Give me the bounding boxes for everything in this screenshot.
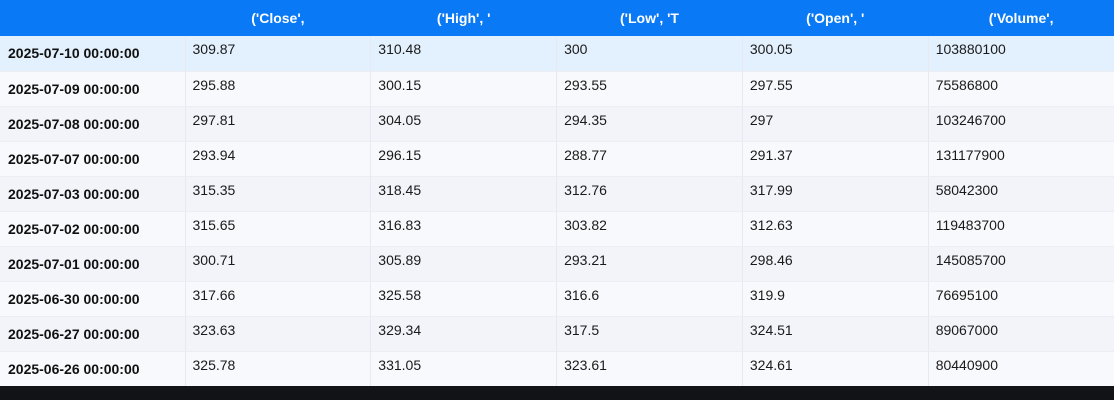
cell-volume: 119483700 [927,211,1114,247]
cell-low: 293.21 [556,246,743,282]
cell-close: 295.88 [184,71,371,107]
table-header: ('Close', ('High', ' ('Low', 'T ('Open',… [0,0,1114,36]
cell-open: 324.61 [741,351,929,386]
cell-high: 305.89 [370,246,557,282]
table-row[interactable]: 2025-07-03 00:00:00 315.35 318.45 312.76… [0,176,1114,212]
header-high[interactable]: ('High', ' [371,0,557,36]
cell-volume: 76695100 [927,281,1114,317]
header-close[interactable]: ('Close', [185,0,371,36]
cell-volume: 103246700 [927,106,1114,142]
cell-open: 291.37 [741,141,929,177]
cell-volume: 103880100 [927,36,1114,72]
cell-high: 329.34 [370,316,557,352]
cell-low: 293.55 [556,71,743,107]
cell-close: 297.81 [184,106,371,142]
row-index: 2025-07-01 00:00:00 [0,246,185,282]
cell-open: 297.55 [741,71,929,107]
cell-volume: 58042300 [927,176,1114,212]
header-row: ('Close', ('High', ' ('Low', 'T ('Open',… [0,0,1114,36]
table-row[interactable]: 2025-07-09 00:00:00 295.88 300.15 293.55… [0,71,1114,107]
cell-low: 316.6 [556,281,743,317]
cell-close: 317.66 [184,281,371,317]
cell-open: 324.51 [741,316,929,352]
cell-open: 298.46 [741,246,929,282]
row-index: 2025-07-02 00:00:00 [0,211,185,247]
cell-open: 312.63 [741,211,929,247]
cell-open: 317.99 [741,176,929,212]
row-index: 2025-07-10 00:00:00 [0,36,185,72]
cell-low: 323.61 [556,351,743,386]
cell-high: 316.83 [370,211,557,247]
bottom-bar [0,386,1114,400]
cell-close: 325.78 [184,351,371,386]
cell-close: 315.65 [184,211,371,247]
table-row[interactable]: 2025-07-01 00:00:00 300.71 305.89 293.21… [0,246,1114,282]
cell-high: 318.45 [370,176,557,212]
cell-high: 304.05 [370,106,557,142]
cell-close: 293.94 [184,141,371,177]
cell-low: 294.35 [556,106,743,142]
row-index: 2025-06-26 00:00:00 [0,351,185,386]
cell-close: 300.71 [184,246,371,282]
row-index: 2025-06-27 00:00:00 [0,316,185,352]
cell-low: 312.76 [556,176,743,212]
row-index: 2025-06-30 00:00:00 [0,281,185,317]
cell-volume: 80440900 [927,351,1114,386]
cell-close: 323.63 [184,316,371,352]
data-table-container: ('Close', ('High', ' ('Low', 'T ('Open',… [0,0,1114,386]
header-index [0,0,185,36]
table-row[interactable]: 2025-07-02 00:00:00 315.65 316.83 303.82… [0,211,1114,247]
table-body: 2025-07-10 00:00:00 309.87 310.48 300 30… [0,36,1114,386]
cell-low: 300 [556,36,743,72]
cell-high: 331.05 [370,351,557,386]
cell-low: 288.77 [556,141,743,177]
cell-open: 300.05 [741,36,929,72]
row-index: 2025-07-07 00:00:00 [0,141,185,177]
row-index: 2025-07-09 00:00:00 [0,71,185,107]
stock-data-table: ('Close', ('High', ' ('Low', 'T ('Open',… [0,0,1114,386]
cell-close: 309.87 [184,36,371,72]
header-open[interactable]: ('Open', ' [742,0,928,36]
cell-volume: 75586800 [927,71,1114,107]
cell-high: 296.15 [370,141,557,177]
cell-low: 303.82 [556,211,743,247]
cell-volume: 89067000 [927,316,1114,352]
cell-volume: 131177900 [927,141,1114,177]
cell-open: 297 [741,106,929,142]
table-row[interactable]: 2025-07-10 00:00:00 309.87 310.48 300 30… [0,36,1114,72]
cell-open: 319.9 [741,281,929,317]
table-row[interactable]: 2025-06-30 00:00:00 317.66 325.58 316.6 … [0,281,1114,317]
row-index: 2025-07-03 00:00:00 [0,176,185,212]
row-index: 2025-07-08 00:00:00 [0,106,185,142]
table-row[interactable]: 2025-06-27 00:00:00 323.63 329.34 317.5 … [0,316,1114,352]
cell-close: 315.35 [184,176,371,212]
header-volume[interactable]: ('Volume', [928,0,1114,36]
table-row[interactable]: 2025-06-26 00:00:00 325.78 331.05 323.61… [0,351,1114,386]
table-row[interactable]: 2025-07-08 00:00:00 297.81 304.05 294.35… [0,106,1114,142]
table-row[interactable]: 2025-07-07 00:00:00 293.94 296.15 288.77… [0,141,1114,177]
cell-high: 300.15 [370,71,557,107]
header-low[interactable]: ('Low', 'T [557,0,743,36]
cell-high: 325.58 [370,281,557,317]
cell-low: 317.5 [556,316,743,352]
cell-high: 310.48 [370,36,557,72]
cell-volume: 145085700 [927,246,1114,282]
